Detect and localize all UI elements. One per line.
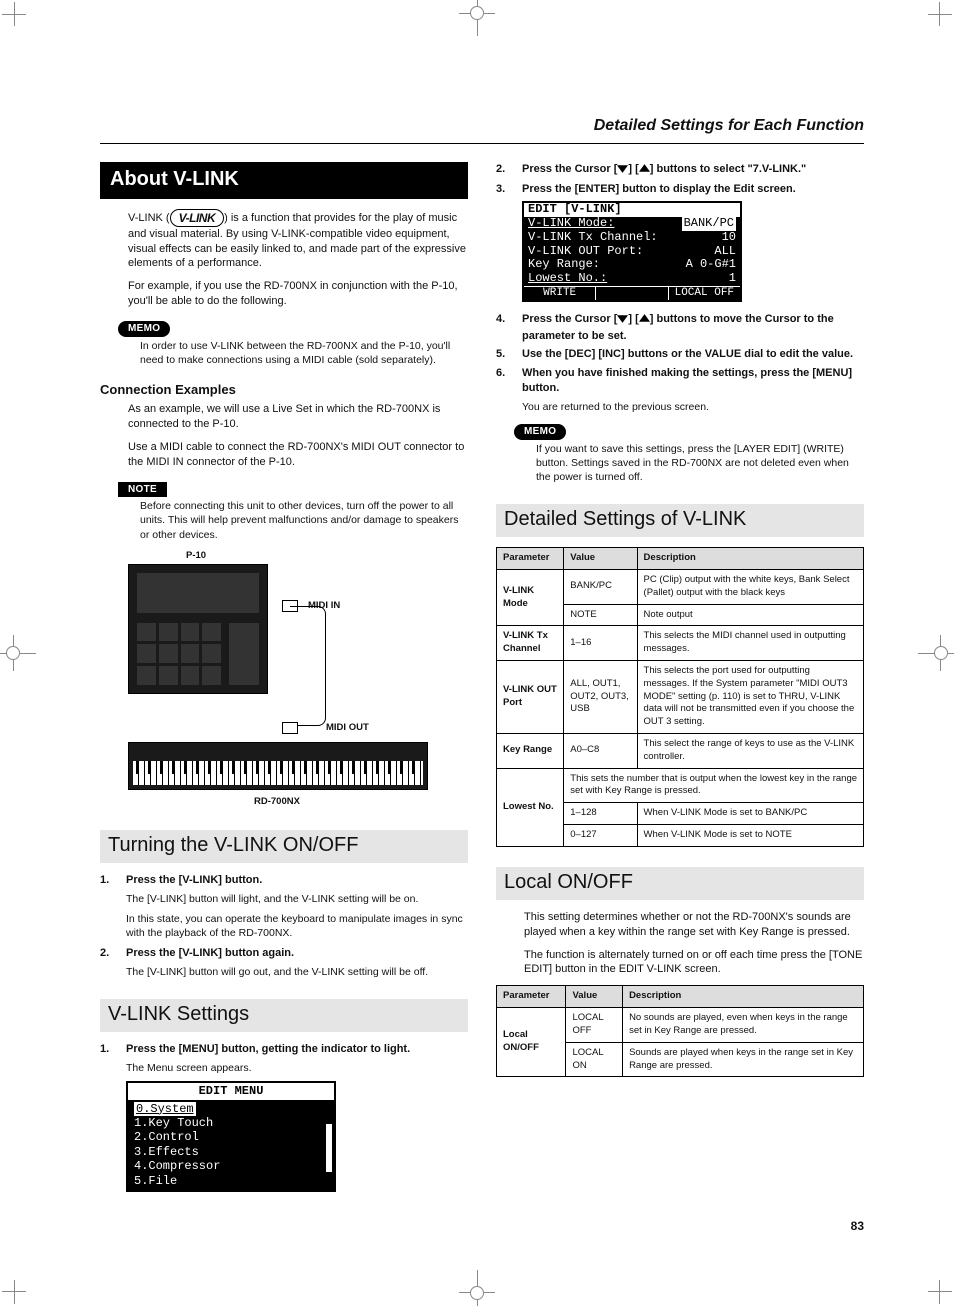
crop-mark bbox=[470, 1286, 484, 1300]
lcd-edit-menu: EDIT MENU 0.System 1.Key Touch 2.Control… bbox=[126, 1081, 336, 1192]
step-sub: The Menu screen appears. bbox=[126, 1061, 468, 1075]
step: 6. When you have finished making the set… bbox=[496, 366, 864, 396]
page-number: 83 bbox=[100, 1218, 864, 1234]
lcd-edit-vlink: EDIT [V-LINK] V-LINK Mode:BANK/PC V-LINK… bbox=[522, 201, 742, 301]
intro-paragraph-2: For example, if you use the RD-700NX in … bbox=[128, 279, 468, 309]
h-local-onoff: Local ON/OFF bbox=[496, 867, 864, 900]
step-sub: You are returned to the previous screen. bbox=[522, 400, 864, 414]
page-header: Detailed Settings for Each Function bbox=[100, 115, 864, 144]
local-p2: The function is alternately turned on or… bbox=[524, 948, 864, 978]
cursor-up-icon bbox=[639, 313, 650, 329]
step: 4. Press the Cursor [] [] buttons to mov… bbox=[496, 312, 864, 344]
diagram-label-midi-out: MIDI OUT bbox=[326, 722, 369, 735]
memo-badge: MEMO bbox=[118, 321, 170, 337]
lcd-title: EDIT MENU bbox=[128, 1083, 334, 1099]
step: 1. Press the [V-LINK] button. bbox=[100, 873, 468, 888]
step: 3. Press the [ENTER] button to display t… bbox=[496, 182, 864, 197]
step-sub: In this state, you can operate the keybo… bbox=[126, 912, 468, 940]
step-sub: The [V-LINK] button will light, and the … bbox=[126, 892, 468, 906]
step: 2. Press the Cursor [] [] buttons to sel… bbox=[496, 162, 864, 179]
crop-mark bbox=[918, 1270, 952, 1304]
diagram-label-rd700nx: RD-700NX bbox=[254, 796, 300, 809]
note-badge: NOTE bbox=[118, 482, 167, 498]
conn-p1: As an example, we will use a Live Set in… bbox=[128, 402, 468, 432]
cursor-down-icon bbox=[617, 313, 628, 329]
h-connection-examples: Connection Examples bbox=[100, 381, 468, 399]
h-turning-vlink: Turning the V-LINK ON/OFF bbox=[100, 830, 468, 863]
memo-text: If you want to save this settings, press… bbox=[536, 442, 860, 485]
conn-p2: Use a MIDI cable to connect the RD-700NX… bbox=[128, 440, 468, 470]
note-text: Before connecting this unit to other dev… bbox=[140, 499, 464, 542]
cursor-up-icon bbox=[639, 163, 650, 179]
step-sub: The [V-LINK] button will go out, and the… bbox=[126, 965, 468, 979]
crop-mark bbox=[918, 2, 952, 36]
step: 1. Press the [MENU] button, getting the … bbox=[100, 1042, 468, 1057]
step: 5. Use the [DEC] [INC] buttons or the VA… bbox=[496, 347, 864, 362]
h-vlink-settings: V-LINK Settings bbox=[100, 999, 468, 1032]
memo-badge: MEMO bbox=[514, 424, 566, 440]
diagram-device-p10 bbox=[128, 564, 268, 694]
lcd-scrollbar bbox=[326, 1102, 332, 1172]
diagram-cable bbox=[290, 606, 326, 726]
cursor-down-icon bbox=[617, 163, 628, 179]
table-vlink-params: Parameter Value Description V-LINK Mode … bbox=[496, 547, 864, 847]
diagram-label-p10: P-10 bbox=[186, 550, 206, 563]
crop-mark bbox=[6, 646, 20, 660]
intro-paragraph-1: V-LINK (V-LINK) is a function that provi… bbox=[128, 209, 468, 272]
diagram-device-keyboard bbox=[128, 742, 428, 790]
crop-mark bbox=[470, 6, 484, 20]
table-local-onoff: Parameter Value Description Local ON/OFF… bbox=[496, 985, 864, 1077]
crop-mark bbox=[2, 2, 36, 36]
h-about-vlink: About V-LINK bbox=[100, 162, 468, 199]
connection-diagram: P-10 MIDI IN MIDI OUT RD-700NX bbox=[128, 550, 468, 810]
memo-text: In order to use V-LINK between the RD-70… bbox=[140, 339, 464, 367]
crop-mark bbox=[2, 1270, 36, 1304]
lcd-title: EDIT [V-LINK] bbox=[524, 203, 740, 217]
crop-mark bbox=[934, 646, 948, 660]
diagram-port-midi-out bbox=[282, 722, 298, 734]
vlink-logo: V-LINK bbox=[170, 209, 225, 227]
local-p1: This setting determines whether or not t… bbox=[524, 910, 864, 940]
h-detailed-settings: Detailed Settings of V-LINK bbox=[496, 504, 864, 537]
step: 2. Press the [V-LINK] button again. bbox=[100, 946, 468, 961]
